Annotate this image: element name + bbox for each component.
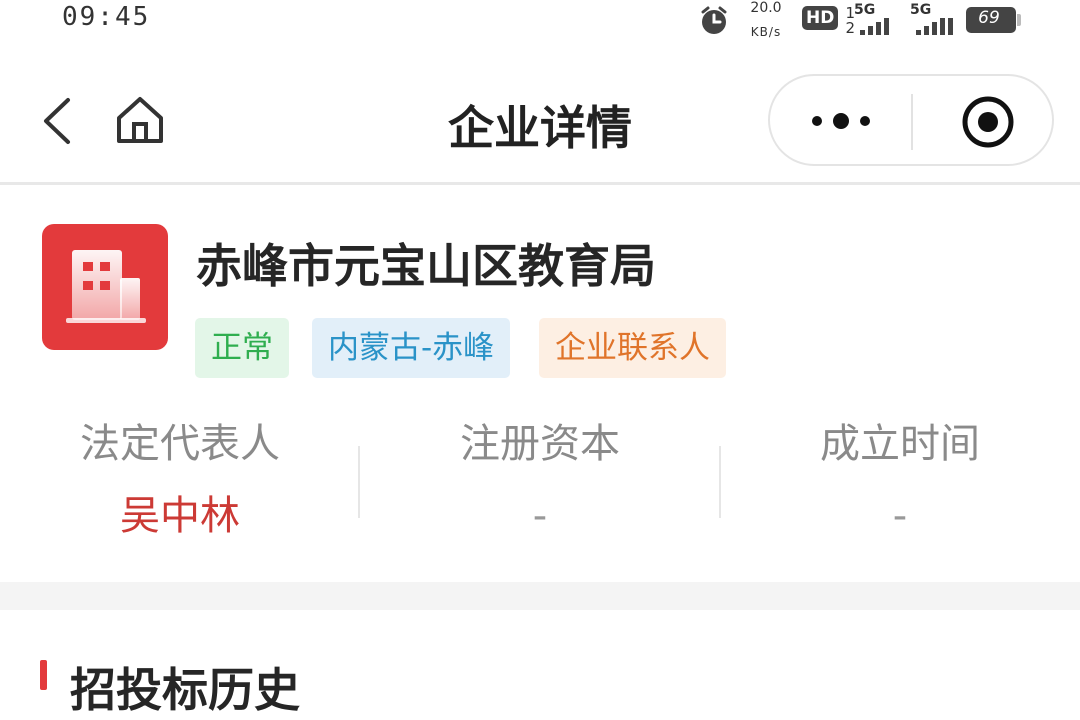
- status-bar: 09:45 20.0 KB/s HD 1 2 5G 5G 69: [0, 0, 1080, 48]
- info-value: -: [892, 493, 908, 539]
- section-gap: [0, 582, 1080, 610]
- mini-program-capsule: [768, 74, 1054, 166]
- status-time: 09:45: [62, 2, 151, 32]
- battery-icon: 69: [966, 7, 1021, 33]
- signal-bars-icon: [860, 18, 889, 35]
- info-label: 注册资本: [460, 421, 620, 467]
- contact-badge[interactable]: 企业联系人: [539, 318, 726, 378]
- signal-bars-icon: [916, 18, 953, 35]
- capsule-divider: [911, 94, 913, 150]
- section-marker: [40, 660, 47, 690]
- region-badge: 内蒙古-赤峰: [312, 318, 511, 378]
- status-badge: 正常: [195, 318, 289, 378]
- network-speed-unit: KB/s: [750, 25, 782, 39]
- more-icon[interactable]: [810, 106, 872, 136]
- company-name: 赤峰市元宝山区教育局: [196, 239, 656, 293]
- info-label: 成立时间: [820, 421, 980, 467]
- section-title: 招投标历史: [70, 663, 300, 717]
- hd-voice-icon: HD 1 2: [802, 6, 855, 36]
- nav-divider: [0, 182, 1080, 185]
- alarm-icon: [701, 6, 727, 34]
- info-established-date: 成立时间 -: [720, 412, 1080, 548]
- info-registered-capital: 注册资本 -: [360, 412, 720, 548]
- info-legal-representative: 法定代表人 吴中林: [0, 412, 360, 548]
- target-icon[interactable]: [960, 94, 1016, 150]
- info-value: -: [532, 493, 548, 539]
- company-logo: [42, 224, 168, 350]
- hd-sub-bottom: 2: [845, 19, 855, 37]
- battery-level: 69: [978, 8, 1000, 28]
- network-speed-value: 20.0: [750, 0, 782, 16]
- building-icon: [66, 250, 146, 323]
- info-label: 法定代表人: [80, 421, 280, 467]
- info-value[interactable]: 吴中林: [0, 484, 360, 548]
- hd-label: HD: [802, 6, 839, 30]
- navigation-bar: 企业详情: [0, 62, 1080, 182]
- network-speed: 20.0 KB/s: [744, 0, 788, 40]
